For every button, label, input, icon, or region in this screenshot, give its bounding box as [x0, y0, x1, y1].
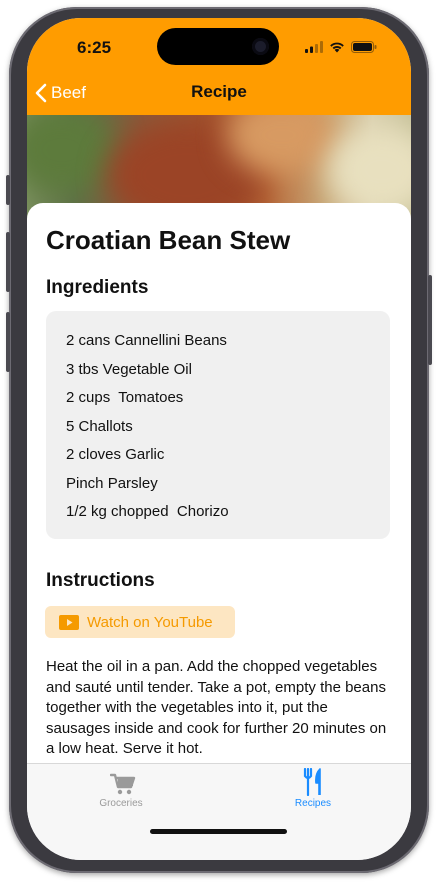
watch-youtube-label: Watch on YouTube	[87, 613, 213, 631]
fork-knife-icon	[303, 768, 321, 796]
list-item: 2 cloves Garlic	[66, 446, 165, 463]
list-item: 2 cans Cannellini Beans	[66, 332, 227, 349]
camera-icon	[252, 38, 269, 55]
volume-down-button	[6, 312, 10, 372]
ingredients-list: 2 cans Cannellini Beans 3 tbs Vegetable …	[46, 311, 390, 539]
tab-groceries-label: Groceries	[99, 798, 143, 809]
tab-recipes-label: Recipes	[294, 798, 332, 809]
wifi-icon	[330, 42, 344, 53]
tab-recipes[interactable]: Recipes	[253, 764, 373, 824]
navigation-bar: 6:25 Beef Recipe	[27, 18, 411, 115]
list-item: 3 tbs Vegetable Oil	[66, 360, 192, 378]
ingredients-heading: Ingredients	[46, 277, 149, 298]
status-icons	[305, 40, 377, 54]
play-icon	[59, 614, 79, 630]
list-item: 5 Challots	[66, 417, 133, 435]
side-button	[6, 175, 10, 205]
list-item: 2 cups Tomatoes	[66, 389, 184, 406]
cart-icon	[110, 773, 136, 795]
list-item: 1/2 kg chopped Chorizo	[66, 503, 229, 520]
power-button	[428, 275, 432, 365]
list-item: Pinch Parsley	[66, 474, 158, 492]
signal-icon	[305, 41, 323, 53]
status-time: 6:25	[77, 38, 112, 57]
watch-youtube-button[interactable]: Watch on YouTube	[45, 606, 235, 638]
dynamic-island	[157, 28, 279, 65]
recipe-card: Croatian Bean Stew Ingredients 2 cans Ca…	[27, 203, 411, 803]
instructions-heading: Instructions	[46, 570, 155, 591]
recipe-title: Croatian Bean Stew	[46, 225, 291, 255]
home-indicator	[150, 829, 287, 834]
instructions-text: Heat the oil in a pan. Add the chopped v…	[46, 658, 387, 757]
tab-groceries[interactable]: Groceries	[61, 764, 181, 824]
page-title: Recipe	[191, 82, 247, 101]
battery-icon	[351, 41, 377, 53]
screen: 6:25 Beef Recipe Croatian Bean Stew Ingr…	[27, 18, 411, 860]
tab-bar: Groceries Recipes	[27, 763, 411, 860]
volume-up-button	[6, 232, 10, 292]
